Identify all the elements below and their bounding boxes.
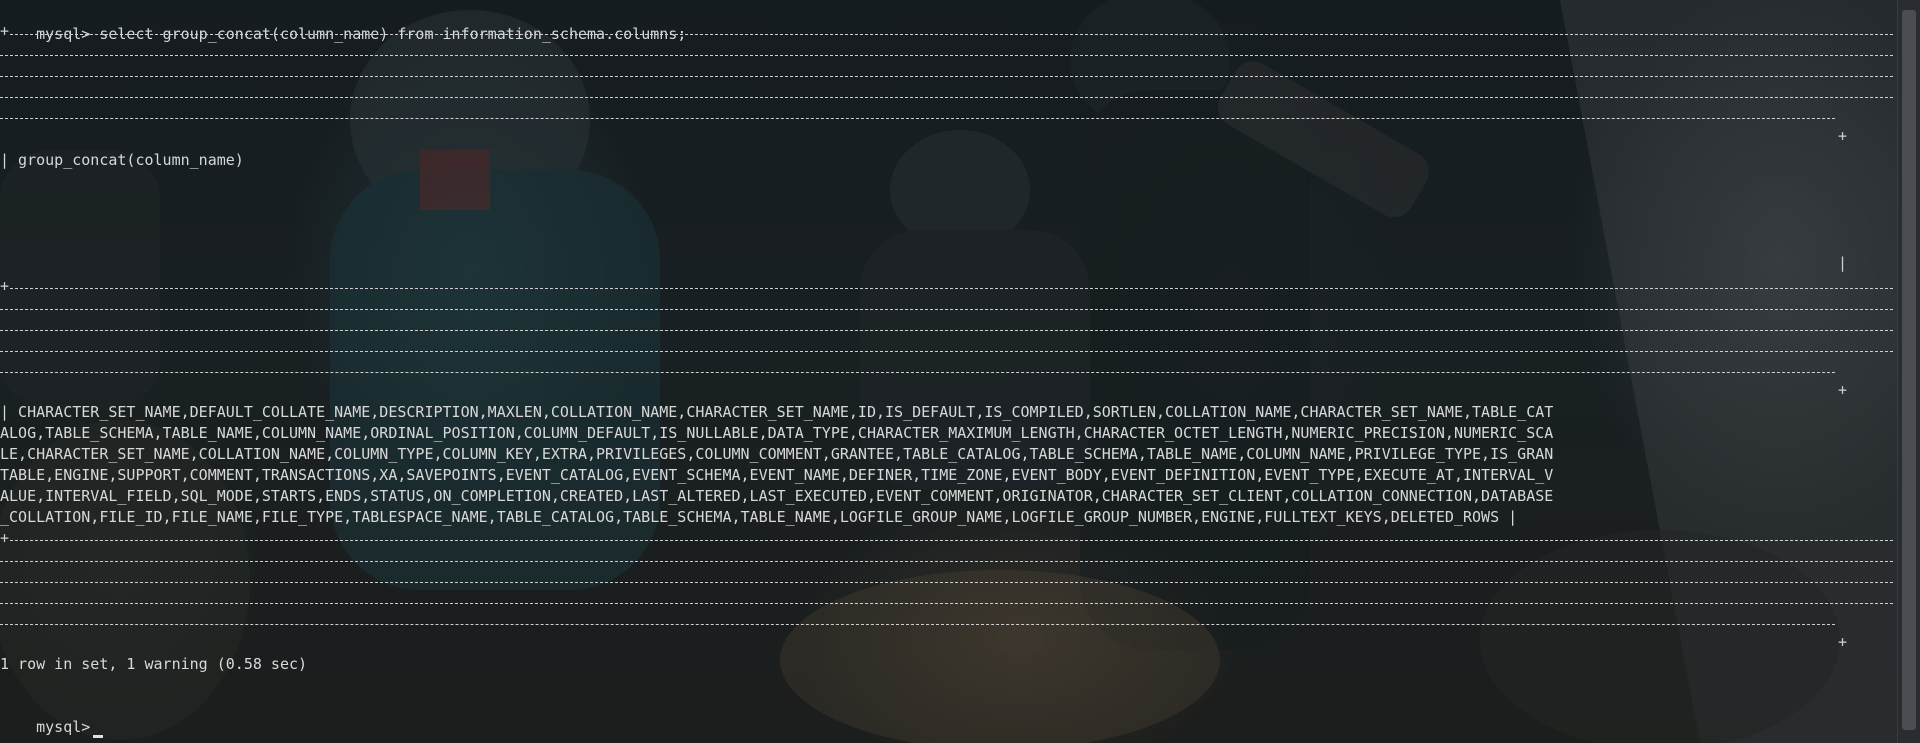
table-border-line (0, 572, 1893, 593)
table-border-line (0, 614, 1835, 635)
table-border-bar: | (1838, 254, 1848, 272)
result-row: ALUE,INTERVAL_FIELD,SQL_MODE,STARTS,ENDS… (0, 487, 1554, 505)
table-border-corner: + (0, 529, 10, 547)
result-row: | CHARACTER_SET_NAME,DEFAULT_COLLATE_NAM… (0, 403, 1554, 421)
column-header: | group_concat(column_name) (0, 151, 244, 169)
result-summary: 1 row in set, 1 warning (0.58 sec) (0, 655, 308, 673)
input-line[interactable]: mysql> (0, 696, 104, 738)
table-border-line (0, 108, 1835, 129)
table-border-line (0, 551, 1893, 572)
table-border-line (0, 320, 1893, 341)
table-border-line (10, 24, 1893, 45)
table-border-line (0, 299, 1893, 320)
table-border-line (0, 593, 1893, 614)
vertical-scrollbar[interactable] (1897, 0, 1920, 743)
result-row: TABLE,ENGINE,SUPPORT,COMMENT,TRANSACTION… (0, 466, 1554, 484)
table-border-corner: + (0, 277, 10, 295)
table-border-line (10, 530, 1893, 551)
result-row: ALOG,TABLE_SCHEMA,TABLE_NAME,COLUMN_NAME… (0, 424, 1554, 442)
mysql-prompt: mysql> (36, 718, 91, 736)
table-border-line (10, 278, 1893, 299)
scrollbar-thumb[interactable] (1902, 10, 1916, 730)
table-border-corner: + (1838, 127, 1848, 145)
command-line: mysql> select group_concat(column_name) … (0, 3, 686, 43)
terminal-window[interactable]: mysql> select group_concat(column_name) … (0, 0, 1920, 743)
table-border-line (0, 45, 1893, 66)
table-border-corner: + (1838, 381, 1848, 399)
table-border-corner: + (1838, 633, 1848, 651)
result-row: LE,CHARACTER_SET_NAME,COLLATION_NAME,COL… (0, 445, 1554, 463)
table-border-line (0, 362, 1835, 383)
result-row: _COLLATION,FILE_ID,FILE_NAME,FILE_TYPE,T… (0, 508, 1518, 526)
table-border-line (0, 87, 1893, 108)
table-border-corner: + (0, 22, 10, 40)
block-cursor-icon (93, 735, 104, 738)
table-border-line (0, 341, 1893, 362)
table-border-line (0, 66, 1893, 87)
